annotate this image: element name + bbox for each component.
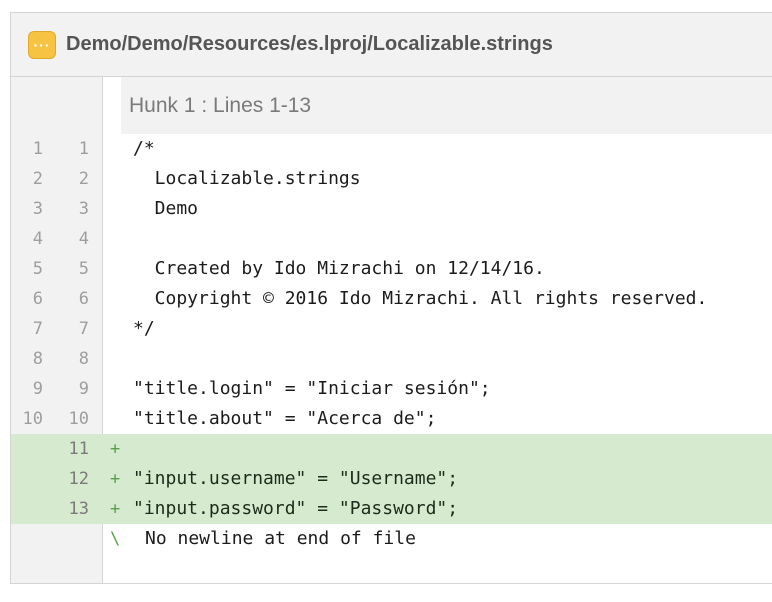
old-line-number: 8 (32, 349, 43, 369)
new-line-number: 11 (59, 434, 89, 464)
hunk-label-text: Hunk 1 : Lines 1-13 (129, 93, 312, 117)
old-line-number: 3 (32, 199, 43, 219)
new-line-number: 10 (68, 409, 89, 429)
diff-line-added: 11 + (11, 434, 772, 464)
diff-line-context: 1 1 /* (11, 134, 772, 164)
diff-line-context: 5 5 Created by Ido Mizrachi on 12/14/16. (11, 254, 772, 284)
new-line-number: 12 (59, 464, 89, 494)
file-header[interactable]: ··· Demo/Demo/Resources/es.lproj/Localiz… (11, 13, 772, 77)
old-line-number: 5 (32, 259, 43, 279)
code-text: Copyright © 2016 Ido Mizrachi. All right… (133, 288, 708, 309)
diff-line-added: 13 + "input.password" = "Password"; (11, 494, 772, 524)
diff-line-context: 88 (11, 344, 772, 374)
new-line-number: 6 (78, 289, 89, 309)
diff-lines: 1 1/* 2 2 Localizable.strings 3 3 Demo 4 4 5 5 Cr… (11, 134, 772, 524)
new-line-number: 8 (78, 349, 89, 369)
old-line-number (13, 494, 43, 524)
new-line-number: 1 (78, 139, 89, 159)
code-text: "input.password" = "Password"; (133, 498, 459, 519)
diff-line-context: 2 2 Localizable.strings (11, 164, 772, 194)
no-newline-notice: \ No newline at end of file (11, 524, 772, 554)
old-line-number: 1 (32, 139, 43, 159)
diff-marker: + (110, 499, 121, 519)
no-newline-text: No newline at end of file (145, 528, 416, 549)
diff-line-context: 3 3 Demo (11, 194, 772, 224)
code-text: Localizable.strings (133, 168, 361, 189)
new-line-number: 2 (78, 169, 89, 189)
code-text: /* (133, 138, 155, 159)
strings-file-icon: ··· (28, 30, 56, 59)
diff-marker: + (110, 469, 121, 489)
old-line-number: 6 (32, 289, 43, 309)
old-line-number: 7 (32, 319, 43, 339)
code-text: "title.about" = "Acerca de"; (133, 408, 437, 429)
code-text: "input.username" = "Username"; (133, 468, 459, 489)
old-line-number: 9 (32, 379, 43, 399)
hunk-header: Hunk 1 : Lines 1-13 (11, 77, 772, 134)
code-text: Created by Ido Mizrachi on 12/14/16. (133, 258, 545, 279)
new-line-number: 7 (78, 319, 89, 339)
old-line-number: 2 (32, 169, 43, 189)
file-path: Demo/Demo/Resources/es.lproj/Localizable… (66, 33, 553, 55)
new-line-number: 3 (78, 199, 89, 219)
new-line-number: 4 (78, 229, 89, 249)
diff-line-added: 12 + "input.username" = "Username"; (11, 464, 772, 494)
diff-line-context: 6 6 Copyright © 2016 Ido Mizrachi. All ri… (11, 284, 772, 314)
diff-line-context: 10 10 "title.about" = "Acerca de"; (11, 404, 772, 434)
old-line-number (13, 464, 43, 494)
code-text: "title.login" = "Iniciar sesión"; (133, 378, 491, 399)
new-line-number: 5 (78, 259, 89, 279)
diff-line-context: 44 (11, 224, 772, 254)
no-newline-marker: \ (110, 529, 121, 549)
code-text: */ (133, 318, 155, 339)
old-line-number: 4 (32, 229, 43, 249)
code-text: Demo (133, 198, 199, 219)
new-line-number: 13 (59, 494, 89, 524)
old-line-number (13, 434, 43, 464)
diff-marker: + (110, 439, 121, 459)
diff-panel: ··· Demo/Demo/Resources/es.lproj/Localiz… (10, 12, 772, 584)
new-line-number: 9 (78, 379, 89, 399)
diff-line-context: 7 7 */ (11, 314, 772, 344)
old-line-number: 10 (22, 409, 43, 429)
hunk-label: Hunk 1 : Lines 1-13 (121, 77, 772, 134)
diff-line-context: 9 9 "title.login" = "Iniciar sesión"; (11, 374, 772, 404)
diff-body: Hunk 1 : Lines 1-13 1 1/* 2 2 Localizable.s… (11, 77, 772, 583)
